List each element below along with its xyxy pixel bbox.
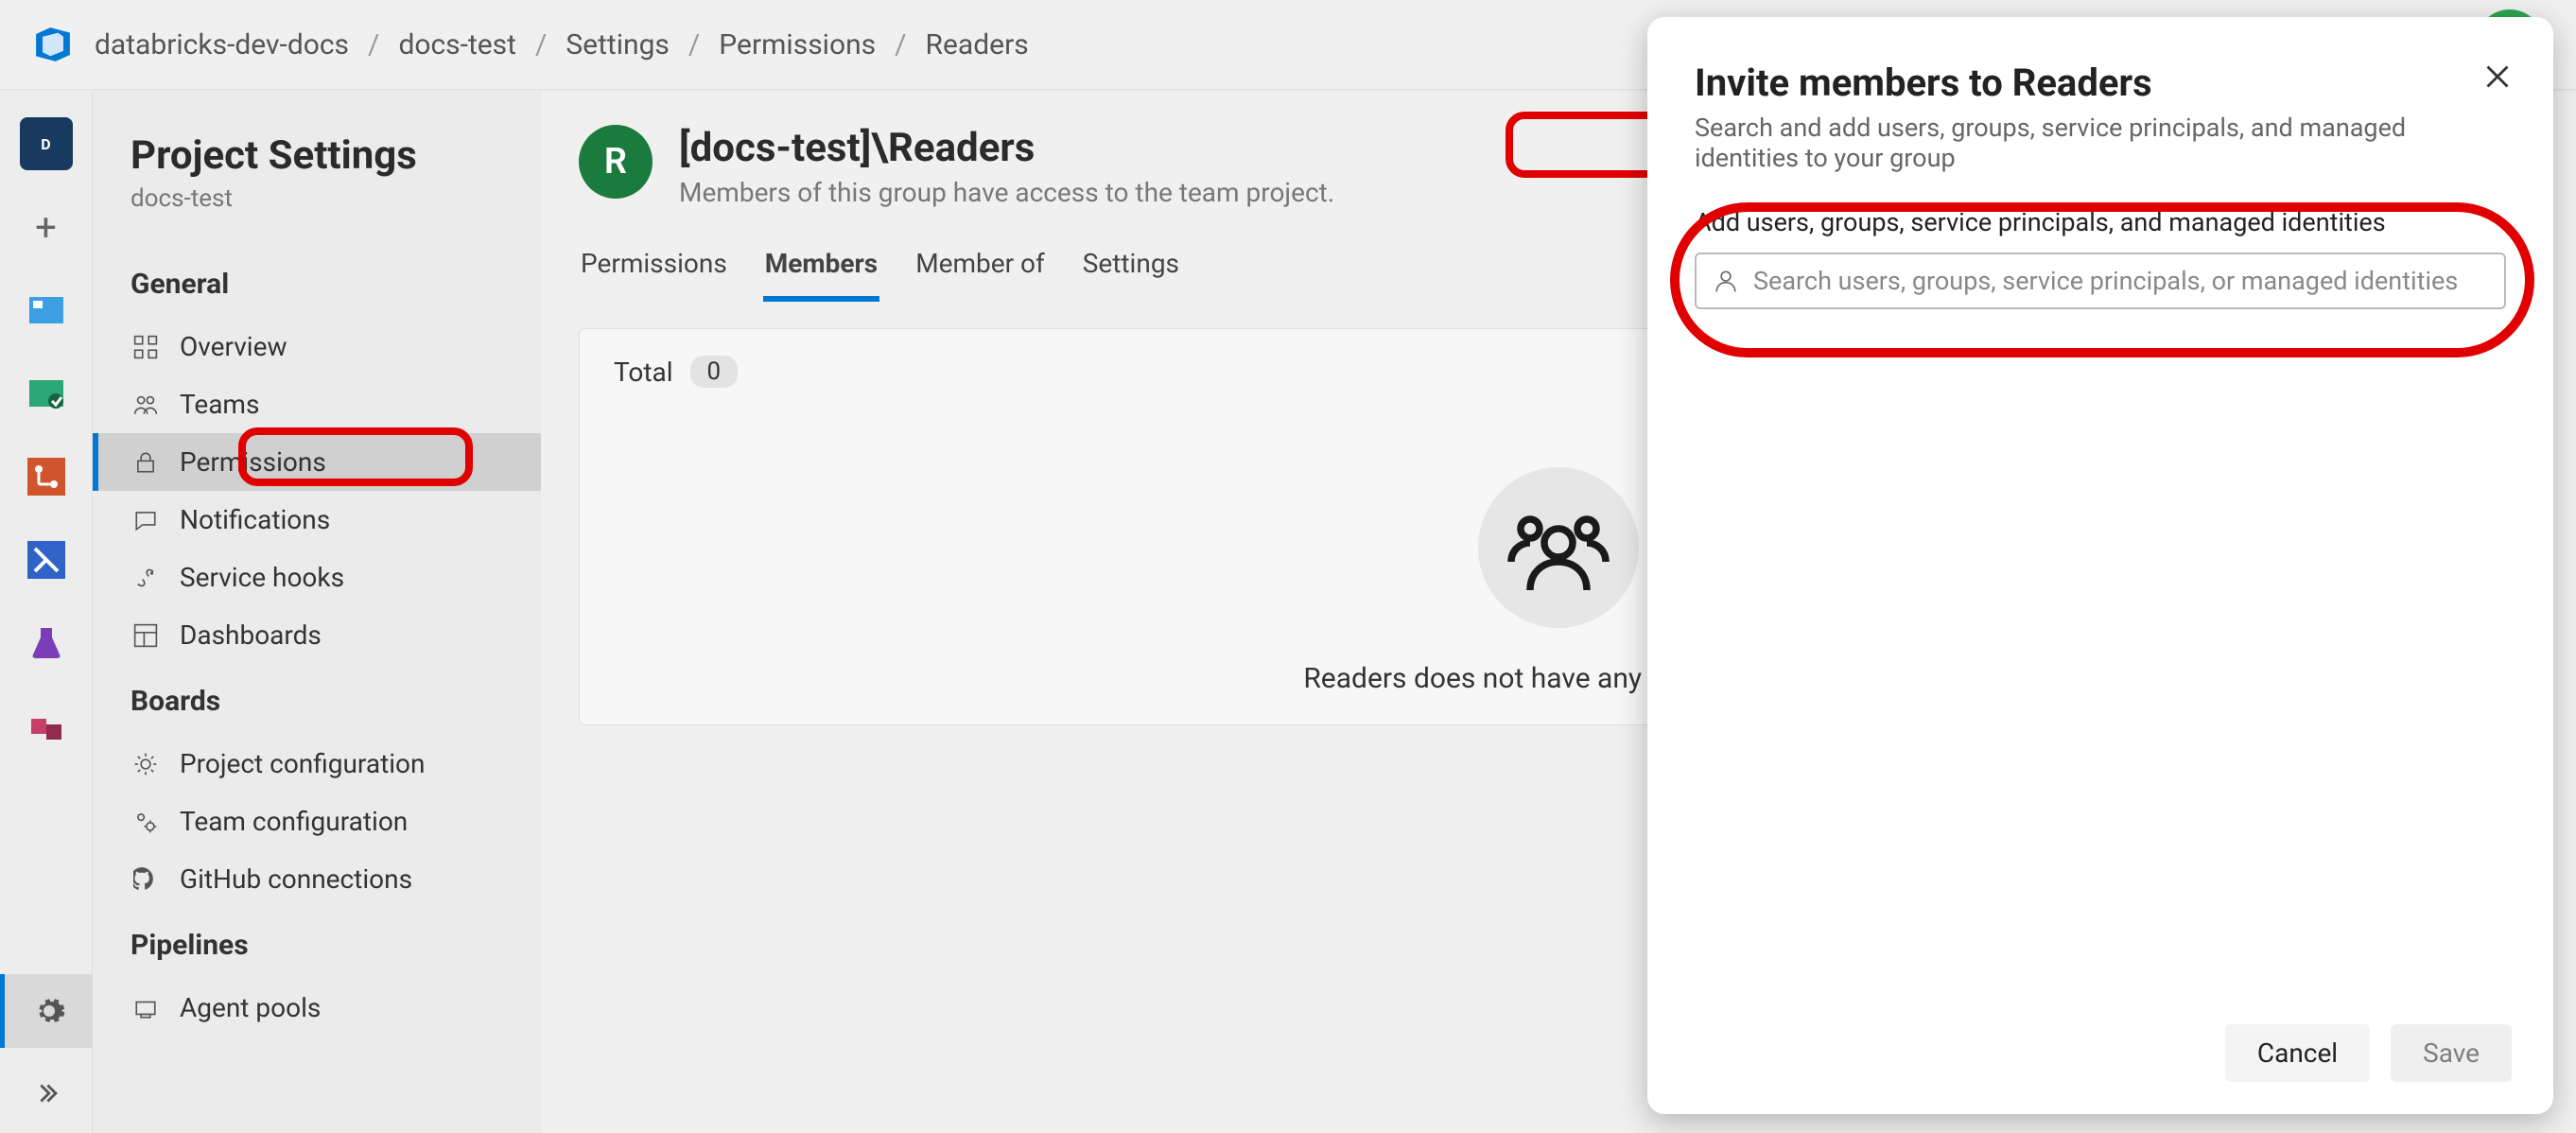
section-boards: Boards — [93, 664, 541, 735]
rail-expand-icon[interactable] — [0, 1065, 93, 1122]
team-icon — [131, 390, 161, 420]
tab-members[interactable]: Members — [763, 240, 879, 302]
group-avatar: R — [579, 125, 653, 199]
sidebar-item-label: Permissions — [180, 446, 326, 478]
close-icon[interactable] — [2480, 59, 2515, 95]
sidebar-title: Project Settings — [93, 132, 541, 179]
sidebar-item-notifications[interactable]: Notifications — [93, 491, 541, 549]
section-general: General — [93, 247, 541, 318]
tab-permissions[interactable]: Permissions — [579, 240, 729, 302]
empty-members-icon — [1478, 467, 1639, 628]
sidebar-item-label: Notifications — [180, 504, 330, 535]
dialog-title: Invite members to Readers — [1695, 61, 2506, 105]
sidebar-item-permissions[interactable]: Permissions — [93, 433, 541, 491]
sidebar-item-project-config[interactable]: Project configuration — [93, 735, 541, 793]
sidebar-item-label: Agent pools — [180, 992, 321, 1023]
crumb-readers[interactable]: Readers — [926, 28, 1029, 61]
sidebar-item-label: Overview — [180, 331, 287, 362]
save-button[interactable]: Save — [2391, 1024, 2512, 1082]
rail-pipelines-icon[interactable] — [20, 533, 73, 586]
total-count: 0 — [690, 356, 739, 388]
rail-settings-icon[interactable] — [0, 974, 93, 1048]
group-subtitle: Members of this group have access to the… — [679, 177, 1334, 208]
sidebar-item-label: Team configuration — [180, 806, 408, 837]
sidebar-item-label: Service hooks — [180, 562, 344, 593]
crumb-project[interactable]: docs-test — [398, 28, 516, 61]
cancel-button[interactable]: Cancel — [2225, 1024, 2370, 1082]
sidebar-item-github[interactable]: GitHub connections — [93, 850, 541, 908]
agent-icon — [131, 993, 161, 1023]
left-rail: D + — [0, 91, 93, 1133]
rail-artifacts-icon[interactable] — [20, 700, 73, 753]
sidebar-item-label: Dashboards — [180, 619, 322, 651]
sidebar-subtitle: docs-test — [93, 179, 541, 247]
devops-logo-icon[interactable] — [28, 20, 78, 69]
tab-memberof[interactable]: Member of — [914, 240, 1047, 302]
section-pipelines: Pipelines — [93, 908, 541, 979]
sidebar-item-teams[interactable]: Teams — [93, 375, 541, 433]
settings-sidebar: Project Settings docs-test General Overv… — [93, 91, 541, 1133]
person-icon — [1714, 269, 1738, 293]
sidebar-item-label: GitHub connections — [180, 863, 412, 895]
rail-add-icon[interactable]: + — [20, 200, 73, 253]
identity-search-field[interactable] — [1695, 253, 2506, 309]
crumb-org[interactable]: databricks-dev-docs — [95, 28, 349, 61]
identity-search-input[interactable] — [1753, 266, 2487, 296]
dialog-subtitle: Search and add users, groups, service pr… — [1695, 113, 2451, 173]
sidebar-item-service-hooks[interactable]: Service hooks — [93, 549, 541, 606]
crumb-perm[interactable]: Permissions — [719, 28, 876, 61]
dialog-field-label: Add users, groups, service principals, a… — [1695, 207, 2506, 237]
hook-icon — [131, 563, 161, 593]
grid-icon — [131, 332, 161, 362]
rail-project-icon[interactable]: D — [20, 117, 73, 170]
team-gear-icon — [131, 807, 161, 837]
sidebar-item-label: Teams — [180, 389, 259, 420]
rail-test-icon[interactable] — [20, 367, 73, 420]
dashboard-icon — [131, 620, 161, 651]
sidebar-item-dashboards[interactable]: Dashboards — [93, 606, 541, 664]
sidebar-item-overview[interactable]: Overview — [93, 318, 541, 375]
lock-icon — [131, 447, 161, 478]
rail-repos-icon[interactable] — [20, 450, 73, 503]
rail-boards-icon[interactable] — [20, 284, 73, 337]
tab-settings[interactable]: Settings — [1081, 240, 1181, 302]
group-title: [docs-test]\Readers — [679, 125, 1334, 171]
sidebar-item-agent-pools[interactable]: Agent pools — [93, 979, 541, 1037]
github-icon — [131, 864, 161, 895]
invite-dialog: Invite members to Readers Search and add… — [1647, 17, 2553, 1114]
total-label: Total — [614, 357, 673, 388]
crumb-settings[interactable]: Settings — [566, 28, 670, 61]
rail-testplans-icon[interactable] — [20, 617, 73, 670]
gear-small-icon — [131, 749, 161, 779]
breadcrumb: databricks-dev-docs/ docs-test/ Settings… — [95, 28, 1029, 61]
chat-icon — [131, 505, 161, 535]
sidebar-item-team-config[interactable]: Team configuration — [93, 793, 541, 850]
sidebar-item-label: Project configuration — [180, 748, 426, 779]
